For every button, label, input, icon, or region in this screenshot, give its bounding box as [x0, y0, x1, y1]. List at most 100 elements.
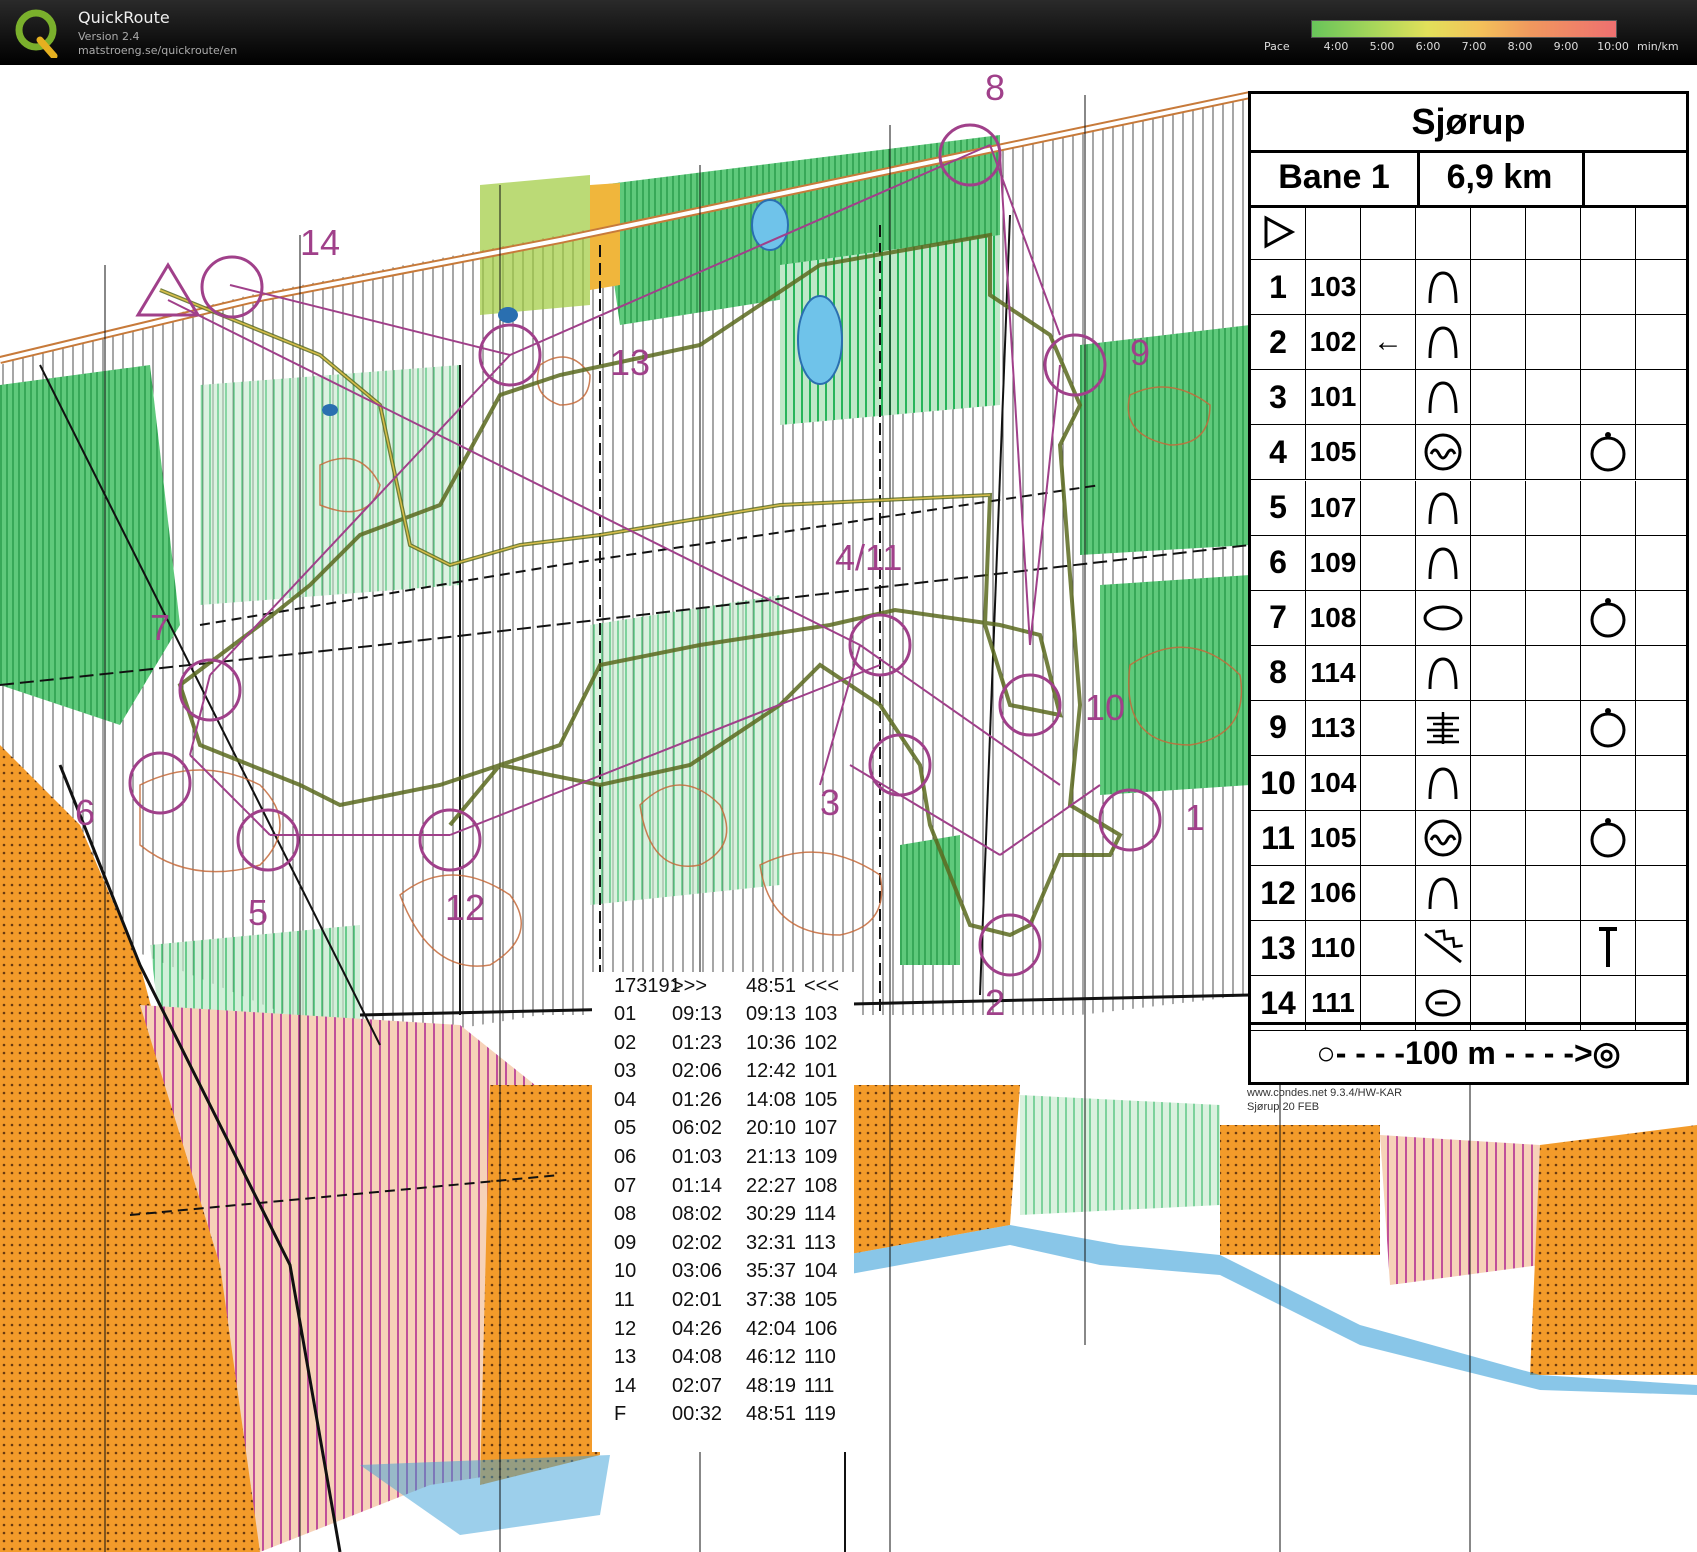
marsh-icon [1416, 700, 1471, 755]
legend-cell [1636, 591, 1686, 645]
control-index: 14 [614, 1374, 637, 1397]
leg-time: 01:03 [672, 1146, 723, 1168]
legend-cell [1581, 535, 1636, 590]
circle-dot-icon [1581, 811, 1636, 866]
legend-cell [1471, 921, 1526, 976]
pace-tick: 9:00 [1553, 40, 1579, 53]
control-row: 11 105 [1251, 811, 1686, 867]
control-label: 12 [445, 887, 485, 928]
control-code: 107 [804, 1117, 838, 1140]
pace-color-bar [1311, 20, 1617, 38]
leg-time: 00:32 [672, 1403, 723, 1426]
ditch-icon [1416, 921, 1471, 976]
legend-cell [1636, 646, 1686, 700]
legend-cell [1471, 866, 1526, 921]
control-label: 7 [150, 607, 170, 648]
control-index: 07 [614, 1174, 637, 1197]
direction-arrow [1361, 866, 1416, 921]
circle-dot-icon [1581, 425, 1636, 480]
control-code: 111 [804, 1374, 835, 1397]
control-row: 8 114 [1251, 645, 1686, 701]
control-index: 03 [614, 1060, 637, 1083]
control-index: 01 [614, 1003, 637, 1025]
legend-cell [1526, 480, 1581, 535]
legend-cell [1581, 866, 1636, 921]
control-code: 108 [1306, 590, 1361, 645]
split-row: 08 08:02 30:29 114 [592, 1200, 854, 1229]
legend-cell [1581, 645, 1636, 700]
oval-icon [1416, 590, 1471, 645]
direction-arrow [1361, 480, 1416, 535]
knoll-icon [1416, 315, 1471, 370]
legend-cell [1636, 921, 1686, 975]
control-code: 106 [804, 1317, 838, 1340]
terrain-forest [590, 595, 780, 905]
legend-cell [1636, 811, 1686, 865]
legend-cell [1526, 921, 1581, 976]
app-version: Version 2.4 [78, 30, 140, 43]
leg-time: 03:06 [672, 1260, 723, 1283]
control-row: 13 110 [1251, 921, 1686, 977]
control-row: 4 105 [1251, 425, 1686, 481]
legend-cell [1471, 811, 1526, 866]
quickroute-q-logo-icon [15, 9, 58, 58]
pace-tick: 7:00 [1461, 40, 1487, 53]
pond [322, 404, 338, 416]
pond [797, 295, 843, 385]
legend-cell [1471, 315, 1526, 370]
legend-cell [1581, 260, 1636, 315]
legend-cell [1526, 700, 1581, 755]
direction-arrow [1361, 921, 1416, 976]
control-code: 108 [804, 1174, 838, 1197]
leg-time: 01:26 [672, 1088, 723, 1111]
finish-distance: ○- - - -100 m - - - ->◎ [1316, 1035, 1621, 1071]
control-label: 8 [985, 67, 1005, 108]
legend-cell [1581, 756, 1636, 810]
legend-cell [1526, 590, 1581, 645]
control-row: 9 113 [1251, 700, 1686, 756]
legend-cell [1581, 315, 1636, 370]
legend-cell [1636, 866, 1686, 920]
terrain-open-land [480, 1085, 600, 1485]
legend-cell [1471, 645, 1526, 700]
control-label: 9 [1130, 332, 1150, 373]
control-label: 1 [1185, 797, 1205, 838]
control-code: 104 [804, 1260, 838, 1283]
legend-footer: ○- - - -100 m - - - ->◎ [1251, 1022, 1686, 1082]
split-row: 06 01:03 21:13 109 [592, 1143, 854, 1172]
control-label: 3 [820, 782, 840, 823]
legend-cell [1581, 480, 1636, 535]
control-index: F [614, 1403, 627, 1426]
course-header: Bane 1 6,9 km [1251, 150, 1686, 208]
elapsed-time: 42:04 [746, 1317, 797, 1340]
legend-cell [1471, 480, 1526, 535]
direction-arrow [1361, 645, 1416, 700]
control-code: 105 [1306, 811, 1361, 866]
depression-icon [1416, 425, 1471, 480]
app-url: matstroeng.se/quickroute/en [78, 44, 238, 57]
knoll-icon [1416, 645, 1471, 700]
leg-time: 01:14 [672, 1174, 723, 1197]
control-index: 12 [614, 1317, 637, 1340]
split-row: 02 01:23 10:36 102 [592, 1029, 854, 1058]
pace-tick: 8:00 [1507, 40, 1533, 53]
split-row: 11 02:01 37:38 105 [592, 1286, 854, 1315]
control-index: 09 [614, 1231, 637, 1254]
control-code: 109 [804, 1146, 838, 1168]
control-sequence-number: 1 [1251, 260, 1306, 315]
knoll-icon [1416, 260, 1471, 315]
legend-cell [1526, 645, 1581, 700]
pace-tick: 6:00 [1415, 40, 1441, 53]
control-row: 1 103 [1251, 260, 1686, 316]
legend-cell [1526, 535, 1581, 590]
control-row: 3 101 [1251, 370, 1686, 426]
control-code: 119 [804, 1403, 836, 1426]
control-code: 114 [1306, 645, 1361, 700]
legend-cell [1471, 700, 1526, 755]
legend-cell [1636, 315, 1686, 369]
elapsed-time: 46:12 [746, 1346, 797, 1369]
direction-arrow [1361, 260, 1416, 315]
elapsed-time: 30:29 [746, 1203, 797, 1226]
elapsed-time: 09:13 [746, 1003, 797, 1025]
legend-cell [1306, 205, 1361, 259]
